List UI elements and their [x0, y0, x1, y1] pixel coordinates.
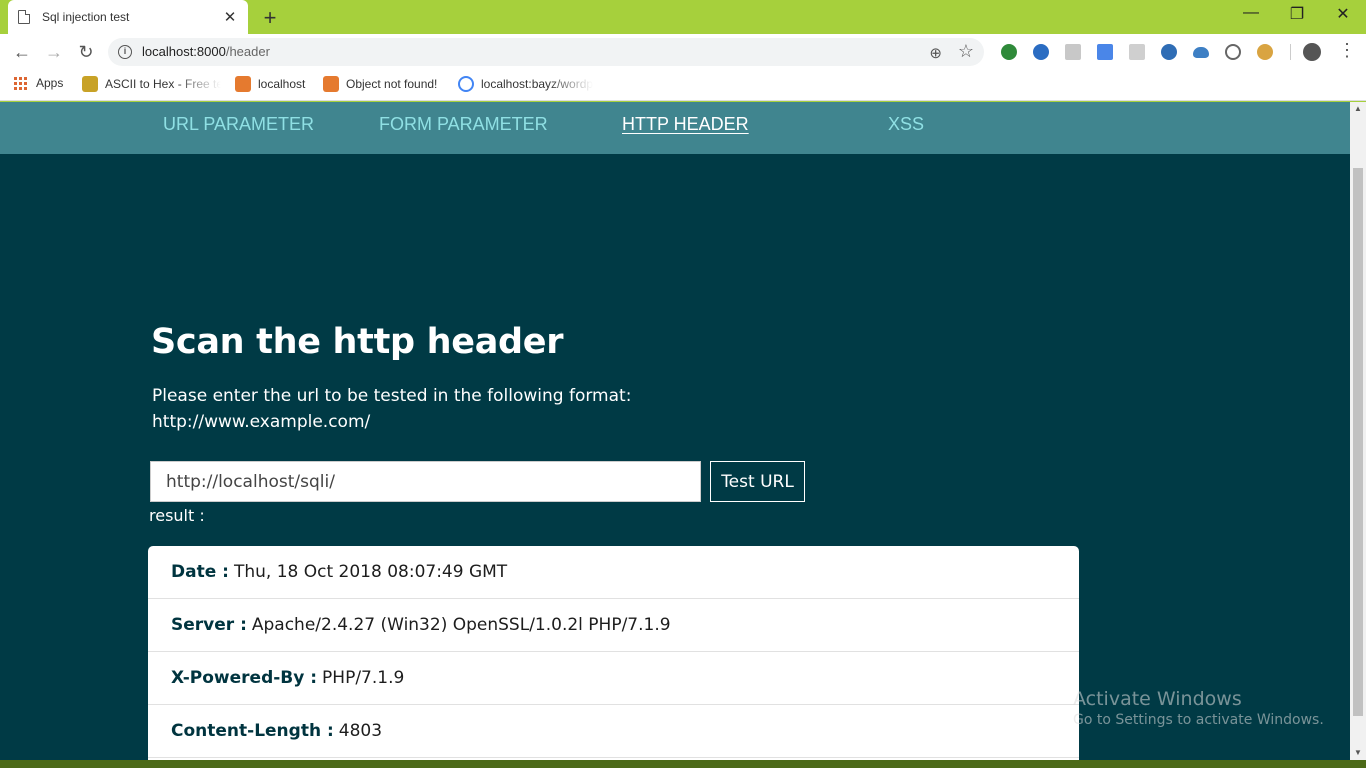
page-icon — [18, 10, 30, 24]
instruction-text: Please enter the url to be tested in the… — [152, 386, 632, 406]
xampp-icon — [323, 76, 339, 92]
extension-translate-icon[interactable] — [1129, 44, 1145, 60]
bookmark-star-icon[interactable]: ☆ — [958, 41, 974, 62]
address-url[interactable]: localhost:8000/header — [142, 44, 270, 59]
bookmark-localhost-wordpress[interactable]: localhost:bayz/wordp — [458, 76, 593, 92]
bookmark-favicon-icon — [82, 76, 98, 92]
header-value: PHP/7.1.9 — [322, 668, 405, 688]
bookmark-label: Apps — [36, 76, 64, 90]
site-navbar: URL PARAMETER FORM PARAMETER HTTP HEADER… — [0, 102, 1350, 154]
example-url-text: http://www.example.com/ — [152, 412, 371, 432]
browser-tab[interactable]: Sql injection test ✕ — [8, 0, 248, 34]
extension-translate-icon[interactable] — [1097, 44, 1113, 60]
profile-avatar-icon[interactable] — [1303, 43, 1321, 61]
page-scrollbar[interactable]: ▲ ▼ — [1350, 102, 1366, 760]
browser-titlebar: Sql injection test ✕ + — ❐ ✕ — [0, 0, 1366, 34]
close-window-button[interactable]: ✕ — [1330, 4, 1356, 24]
bookmark-localhost[interactable]: localhost — [235, 76, 305, 92]
toolbar-divider — [1290, 44, 1291, 60]
zoom-icon[interactable]: ⊕ — [929, 44, 942, 62]
result-row: Date : Thu, 18 Oct 2018 08:07:49 GMT — [148, 546, 1079, 599]
watermark-subtitle: Go to Settings to activate Windows. — [1073, 712, 1324, 728]
nav-url-parameter[interactable]: URL PARAMETER — [163, 114, 314, 135]
browser-toolbar: ← → ↻ i localhost:8000/header ⊕ ☆ ⋮ — [0, 34, 1366, 70]
bookmarks-bar: Apps ASCII to Hex - Free te localhost Ob… — [0, 70, 1366, 101]
tab-title: Sql injection test — [42, 10, 130, 24]
bookmark-ascii-to-hex[interactable]: ASCII to Hex - Free te — [82, 76, 221, 92]
watermark-title: Activate Windows — [1073, 688, 1242, 710]
bookmark-label: localhost — [258, 77, 306, 91]
extension-globe-icon[interactable] — [1033, 44, 1049, 60]
header-key: Content-Length : — [171, 721, 334, 741]
result-row: Server : Apache/2.4.27 (Win32) OpenSSL/1… — [148, 599, 1079, 652]
result-row: X-Powered-By : PHP/7.1.9 — [148, 652, 1079, 705]
taskbar-edge — [0, 760, 1366, 768]
reload-icon[interactable]: ↻ — [74, 40, 98, 64]
back-icon[interactable]: ← — [10, 40, 34, 64]
address-bar[interactable]: i localhost:8000/header ⊕ ☆ — [108, 38, 984, 66]
url-input[interactable] — [150, 461, 701, 502]
new-tab-button[interactable]: + — [260, 5, 280, 31]
extension-eye-icon[interactable] — [1161, 44, 1177, 60]
extension-edit-icon[interactable] — [1225, 44, 1241, 60]
scroll-down-icon[interactable]: ▼ — [1353, 748, 1363, 757]
apps-grid-icon — [14, 76, 27, 90]
header-key: Server : — [171, 615, 247, 635]
nav-http-header[interactable]: HTTP HEADER — [622, 114, 749, 135]
google-icon — [458, 76, 474, 92]
xampp-icon — [235, 76, 251, 92]
extension-cloud-icon[interactable] — [1193, 47, 1209, 58]
result-label: result : — [149, 506, 205, 525]
extension-pdf-icon[interactable] — [1065, 44, 1081, 60]
minimize-button[interactable]: — — [1238, 4, 1264, 22]
close-tab-icon[interactable]: ✕ — [222, 8, 238, 26]
header-value: Apache/2.4.27 (Win32) OpenSSL/1.0.2l PHP… — [251, 615, 671, 635]
nav-form-parameter[interactable]: FORM PARAMETER — [379, 114, 548, 135]
page-viewport: URL PARAMETER FORM PARAMETER HTTP HEADER… — [0, 102, 1350, 760]
header-key: X-Powered-By : — [171, 668, 318, 688]
activate-windows-watermark: Activate Windows Go to Settings to activ… — [1073, 688, 1324, 728]
instructions: Please enter the url to be tested in the… — [152, 383, 631, 435]
scroll-up-icon[interactable]: ▲ — [1353, 104, 1363, 113]
extension-cookie-icon[interactable] — [1257, 44, 1273, 60]
bookmark-apps[interactable]: Apps — [14, 76, 63, 90]
nav-xss[interactable]: XSS — [888, 114, 924, 135]
result-row: Content-Length : 4803 — [148, 705, 1079, 758]
scrollbar-thumb[interactable] — [1353, 168, 1363, 716]
test-url-button[interactable]: Test URL — [710, 461, 805, 502]
bookmark-label: Object not found! — [346, 77, 438, 91]
extension-globe-icon[interactable] — [1001, 44, 1017, 60]
forward-icon[interactable]: → — [42, 40, 66, 64]
menu-kebab-icon[interactable]: ⋮ — [1338, 40, 1356, 61]
bookmark-label: ASCII to Hex - Free te — [105, 77, 221, 91]
bookmark-label: localhost:bayz/wordp — [481, 77, 594, 91]
header-key: Date : — [171, 562, 229, 582]
page-title: Scan the http header — [151, 322, 564, 362]
header-value: 4803 — [338, 721, 383, 741]
info-icon[interactable]: i — [118, 45, 132, 59]
restore-button[interactable]: ❐ — [1284, 4, 1310, 24]
result-list: Date : Thu, 18 Oct 2018 08:07:49 GMT Ser… — [148, 546, 1079, 760]
bookmark-object-not-found[interactable]: Object not found! — [323, 76, 437, 92]
header-value: Thu, 18 Oct 2018 08:07:49 GMT — [233, 562, 508, 582]
